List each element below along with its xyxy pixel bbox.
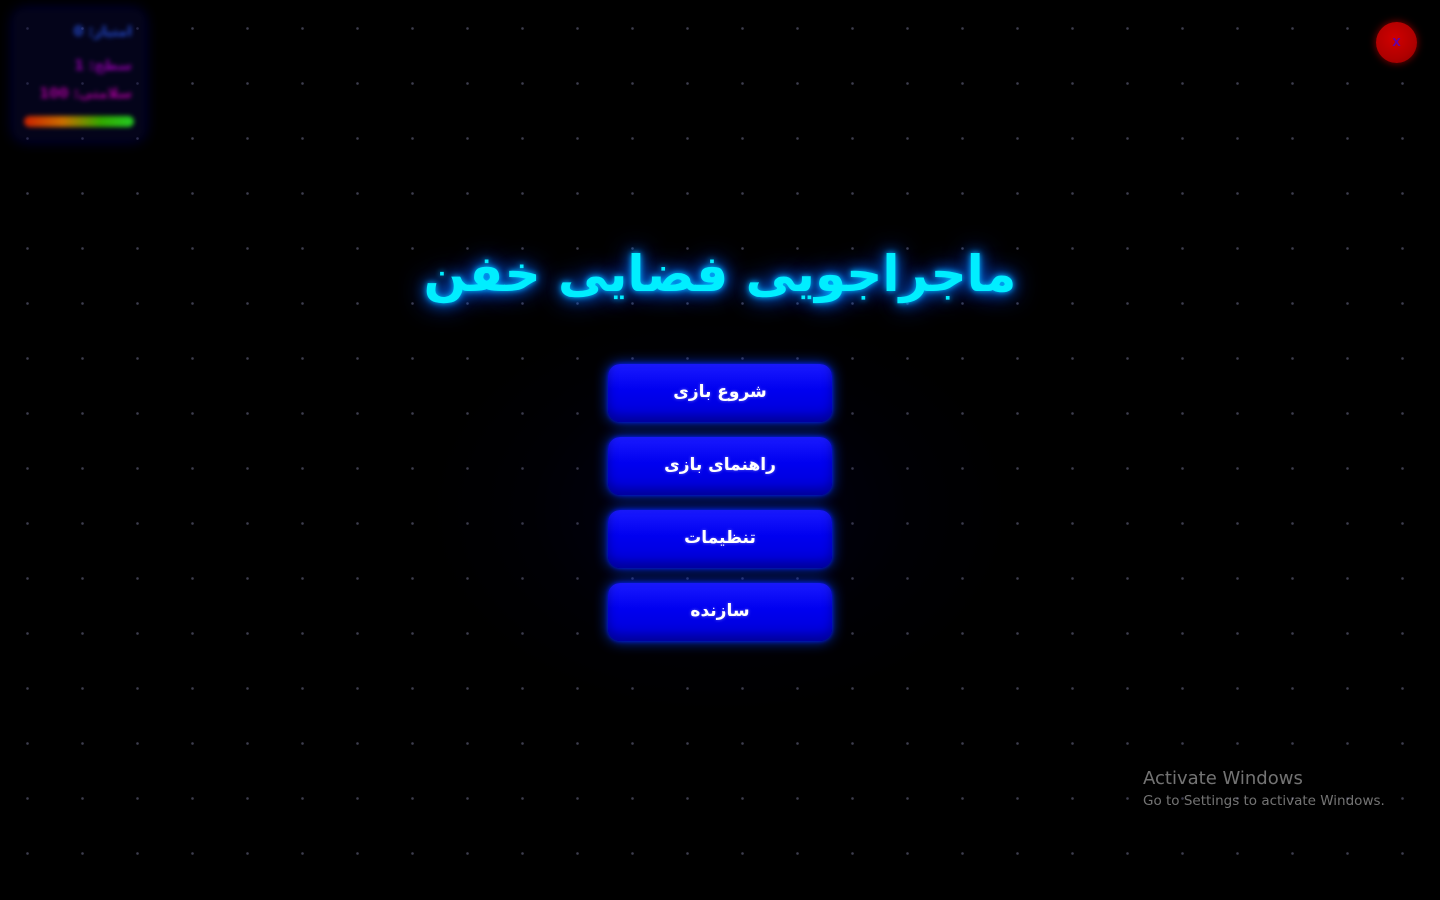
health-bar-fill bbox=[24, 116, 134, 127]
watermark-subtitle: Go to Settings to activate Windows. bbox=[1143, 793, 1385, 809]
watermark-title: Activate Windows bbox=[1143, 768, 1303, 789]
game-screen: امتیاز: 0 سطح: 1 سلامتی: 100 X ماجراجویی… bbox=[0, 0, 1440, 900]
stats-panel: امتیاز: 0 سطح: 1 سلامتی: 100 bbox=[14, 10, 144, 140]
health-bar bbox=[24, 116, 134, 127]
health-label: سلامتی: 100 bbox=[39, 86, 132, 102]
game-guide-button[interactable]: راهنمای بازی bbox=[608, 437, 832, 495]
main-menu: شروع بازی راهنمای بازی تنظیمات سازنده bbox=[608, 364, 832, 656]
game-title: ماجراجویی فضایی خفن bbox=[423, 245, 1017, 303]
settings-button[interactable]: تنظیمات bbox=[608, 510, 832, 568]
credits-button[interactable]: سازنده bbox=[608, 583, 832, 641]
windows-activation-watermark: Activate Windows Go to Settings to activ… bbox=[1143, 767, 1385, 811]
score-label: امتیاز: 0 bbox=[73, 24, 132, 40]
start-game-button[interactable]: شروع بازی bbox=[608, 364, 832, 422]
level-label: سطح: 1 bbox=[74, 58, 132, 74]
close-button[interactable]: X bbox=[1376, 22, 1417, 63]
